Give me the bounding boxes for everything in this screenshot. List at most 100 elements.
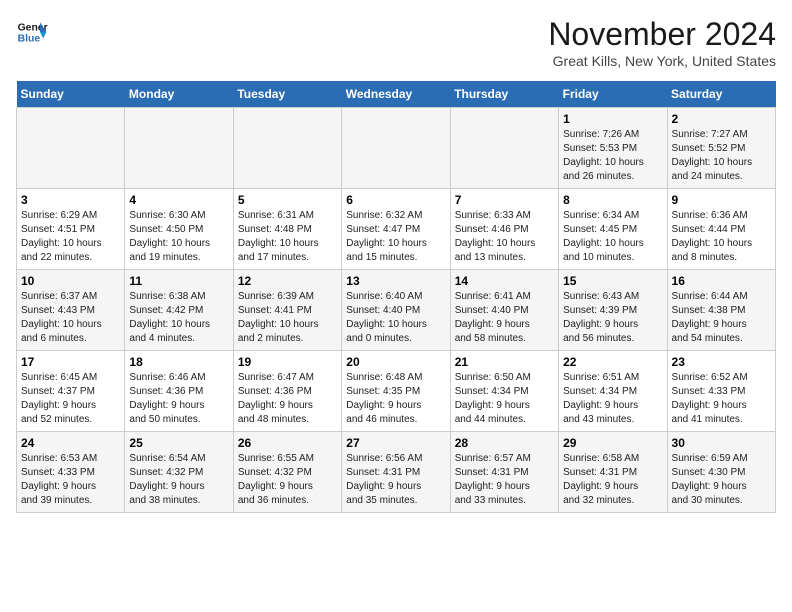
- calendar-cell: [342, 108, 450, 189]
- day-number: 28: [455, 436, 554, 450]
- calendar-cell: [233, 108, 341, 189]
- day-info: Sunrise: 6:51 AM Sunset: 4:34 PM Dayligh…: [563, 371, 662, 427]
- day-number: 12: [238, 274, 337, 288]
- day-info: Sunrise: 6:47 AM Sunset: 4:36 PM Dayligh…: [238, 371, 337, 427]
- day-number: 19: [238, 355, 337, 369]
- day-info: Sunrise: 6:43 AM Sunset: 4:39 PM Dayligh…: [563, 290, 662, 346]
- day-info: Sunrise: 6:56 AM Sunset: 4:31 PM Dayligh…: [346, 452, 445, 508]
- day-number: 22: [563, 355, 662, 369]
- title-area: November 2024 Great Kills, New York, Uni…: [548, 16, 776, 69]
- calendar-cell: 11Sunrise: 6:38 AM Sunset: 4:42 PM Dayli…: [125, 270, 233, 351]
- calendar-cell: 24 Sunrise: 6:53 AM Sunset: 4:33 PM Dayli…: [17, 432, 125, 513]
- day-number: 16: [672, 274, 771, 288]
- day-number: 10: [21, 274, 120, 288]
- svg-text:Blue: Blue: [18, 34, 41, 45]
- calendar-header: SundayMondayTuesdayWednesdayThursdayFrid…: [17, 81, 776, 108]
- calendar-cell: 10 Sunrise: 6:37 AM Sunset: 4:43 PM Dayli…: [17, 270, 125, 351]
- calendar-cell: 14Sunrise: 6:41 AM Sunset: 4:40 PM Dayli…: [450, 270, 558, 351]
- calendar-cell: 29 Sunrise: 6:58 AM Sunset: 4:31 PM Dayli…: [559, 432, 667, 513]
- page-header: General Blue November 2024 Great Kills, …: [16, 16, 776, 69]
- day-info: Sunrise: 6:33 AM Sunset: 4:46 PM Dayligh…: [455, 209, 554, 265]
- day-info: Sunrise: 6:57 AM Sunset: 4:31 PM Dayligh…: [455, 452, 554, 508]
- calendar-cell: 17Sunrise: 6:45 AM Sunset: 4:37 PM Dayli…: [17, 351, 125, 432]
- calendar-table: SundayMondayTuesdayWednesdayThursdayFrid…: [16, 81, 776, 513]
- calendar-cell: 15 Sunrise: 6:43 AM Sunset: 4:39 PM Dayli…: [559, 270, 667, 351]
- day-info: Sunrise: 6:45 AM Sunset: 4:37 PM Dayligh…: [21, 371, 120, 427]
- calendar-week-1: 1 Sunrise: 7:26 AM Sunset: 5:53 PM Daylig…: [17, 108, 776, 189]
- calendar-cell: 6Sunrise: 6:32 AM Sunset: 4:47 PM Daylig…: [342, 189, 450, 270]
- day-number: 15: [563, 274, 662, 288]
- calendar-cell: [450, 108, 558, 189]
- day-info: Sunrise: 6:34 AM Sunset: 4:45 PM Dayligh…: [563, 209, 662, 265]
- calendar-cell: [125, 108, 233, 189]
- logo: General Blue: [16, 16, 48, 48]
- day-number: 26: [238, 436, 337, 450]
- day-number: 9: [672, 193, 771, 207]
- day-number: 20: [346, 355, 445, 369]
- calendar-week-4: 17Sunrise: 6:45 AM Sunset: 4:37 PM Dayli…: [17, 351, 776, 432]
- day-number: 14: [455, 274, 554, 288]
- day-number: 2: [672, 112, 771, 126]
- day-number: 4: [129, 193, 228, 207]
- day-number: 5: [238, 193, 337, 207]
- weekday-header-saturday: Saturday: [667, 81, 775, 108]
- calendar-cell: 19 Sunrise: 6:47 AM Sunset: 4:36 PM Dayli…: [233, 351, 341, 432]
- calendar-cell: 2 Sunrise: 7:27 AM Sunset: 5:52 PM Daylig…: [667, 108, 775, 189]
- calendar-cell: 21 Sunrise: 6:50 AM Sunset: 4:34 PM Dayli…: [450, 351, 558, 432]
- calendar-cell: 18 Sunrise: 6:46 AM Sunset: 4:36 PM Dayli…: [125, 351, 233, 432]
- calendar-cell: 5 Sunrise: 6:31 AM Sunset: 4:48 PM Daylig…: [233, 189, 341, 270]
- day-number: 29: [563, 436, 662, 450]
- weekday-header-friday: Friday: [559, 81, 667, 108]
- day-info: Sunrise: 6:46 AM Sunset: 4:36 PM Dayligh…: [129, 371, 228, 427]
- weekday-header-wednesday: Wednesday: [342, 81, 450, 108]
- day-number: 25: [129, 436, 228, 450]
- month-title: November 2024: [548, 16, 776, 53]
- logo-icon: General Blue: [16, 16, 48, 48]
- calendar-cell: 23 Sunrise: 6:52 AM Sunset: 4:33 PM Dayli…: [667, 351, 775, 432]
- calendar-cell: 26Sunrise: 6:55 AM Sunset: 4:32 PM Dayli…: [233, 432, 341, 513]
- calendar-cell: 1 Sunrise: 7:26 AM Sunset: 5:53 PM Daylig…: [559, 108, 667, 189]
- day-number: 21: [455, 355, 554, 369]
- day-info: Sunrise: 6:40 AM Sunset: 4:40 PM Dayligh…: [346, 290, 445, 346]
- calendar-cell: 9 Sunrise: 6:36 AM Sunset: 4:44 PM Daylig…: [667, 189, 775, 270]
- location: Great Kills, New York, United States: [548, 53, 776, 69]
- calendar-cell: 28 Sunrise: 6:57 AM Sunset: 4:31 PM Dayli…: [450, 432, 558, 513]
- calendar-week-3: 10 Sunrise: 6:37 AM Sunset: 4:43 PM Dayli…: [17, 270, 776, 351]
- day-number: 1: [563, 112, 662, 126]
- calendar-cell: 3 Sunrise: 6:29 AM Sunset: 4:51 PM Daylig…: [17, 189, 125, 270]
- day-info: Sunrise: 6:59 AM Sunset: 4:30 PM Dayligh…: [672, 452, 771, 508]
- day-info: Sunrise: 6:50 AM Sunset: 4:34 PM Dayligh…: [455, 371, 554, 427]
- day-info: Sunrise: 6:52 AM Sunset: 4:33 PM Dayligh…: [672, 371, 771, 427]
- day-info: Sunrise: 6:36 AM Sunset: 4:44 PM Dayligh…: [672, 209, 771, 265]
- calendar-cell: 20Sunrise: 6:48 AM Sunset: 4:35 PM Dayli…: [342, 351, 450, 432]
- weekday-header-thursday: Thursday: [450, 81, 558, 108]
- day-number: 24: [21, 436, 120, 450]
- calendar-cell: 16Sunrise: 6:44 AM Sunset: 4:38 PM Dayli…: [667, 270, 775, 351]
- day-info: Sunrise: 6:37 AM Sunset: 4:43 PM Dayligh…: [21, 290, 120, 346]
- day-number: 13: [346, 274, 445, 288]
- calendar-cell: 22 Sunrise: 6:51 AM Sunset: 4:34 PM Dayli…: [559, 351, 667, 432]
- day-info: Sunrise: 7:26 AM Sunset: 5:53 PM Dayligh…: [563, 128, 662, 184]
- weekday-header-tuesday: Tuesday: [233, 81, 341, 108]
- calendar-week-5: 24 Sunrise: 6:53 AM Sunset: 4:33 PM Dayli…: [17, 432, 776, 513]
- calendar-cell: 27 Sunrise: 6:56 AM Sunset: 4:31 PM Dayli…: [342, 432, 450, 513]
- day-info: Sunrise: 6:53 AM Sunset: 4:33 PM Dayligh…: [21, 452, 120, 508]
- day-number: 3: [21, 193, 120, 207]
- day-info: Sunrise: 6:58 AM Sunset: 4:31 PM Dayligh…: [563, 452, 662, 508]
- day-info: Sunrise: 6:38 AM Sunset: 4:42 PM Dayligh…: [129, 290, 228, 346]
- day-number: 23: [672, 355, 771, 369]
- day-number: 18: [129, 355, 228, 369]
- calendar-cell: 12Sunrise: 6:39 AM Sunset: 4:41 PM Dayli…: [233, 270, 341, 351]
- calendar-cell: [17, 108, 125, 189]
- day-number: 6: [346, 193, 445, 207]
- calendar-cell: 8Sunrise: 6:34 AM Sunset: 4:45 PM Daylig…: [559, 189, 667, 270]
- day-number: 7: [455, 193, 554, 207]
- day-info: Sunrise: 7:27 AM Sunset: 5:52 PM Dayligh…: [672, 128, 771, 184]
- day-info: Sunrise: 6:31 AM Sunset: 4:48 PM Dayligh…: [238, 209, 337, 265]
- day-info: Sunrise: 6:54 AM Sunset: 4:32 PM Dayligh…: [129, 452, 228, 508]
- day-number: 27: [346, 436, 445, 450]
- calendar-cell: 7 Sunrise: 6:33 AM Sunset: 4:46 PM Daylig…: [450, 189, 558, 270]
- calendar-cell: 30Sunrise: 6:59 AM Sunset: 4:30 PM Dayli…: [667, 432, 775, 513]
- day-info: Sunrise: 6:29 AM Sunset: 4:51 PM Dayligh…: [21, 209, 120, 265]
- calendar-cell: 4Sunrise: 6:30 AM Sunset: 4:50 PM Daylig…: [125, 189, 233, 270]
